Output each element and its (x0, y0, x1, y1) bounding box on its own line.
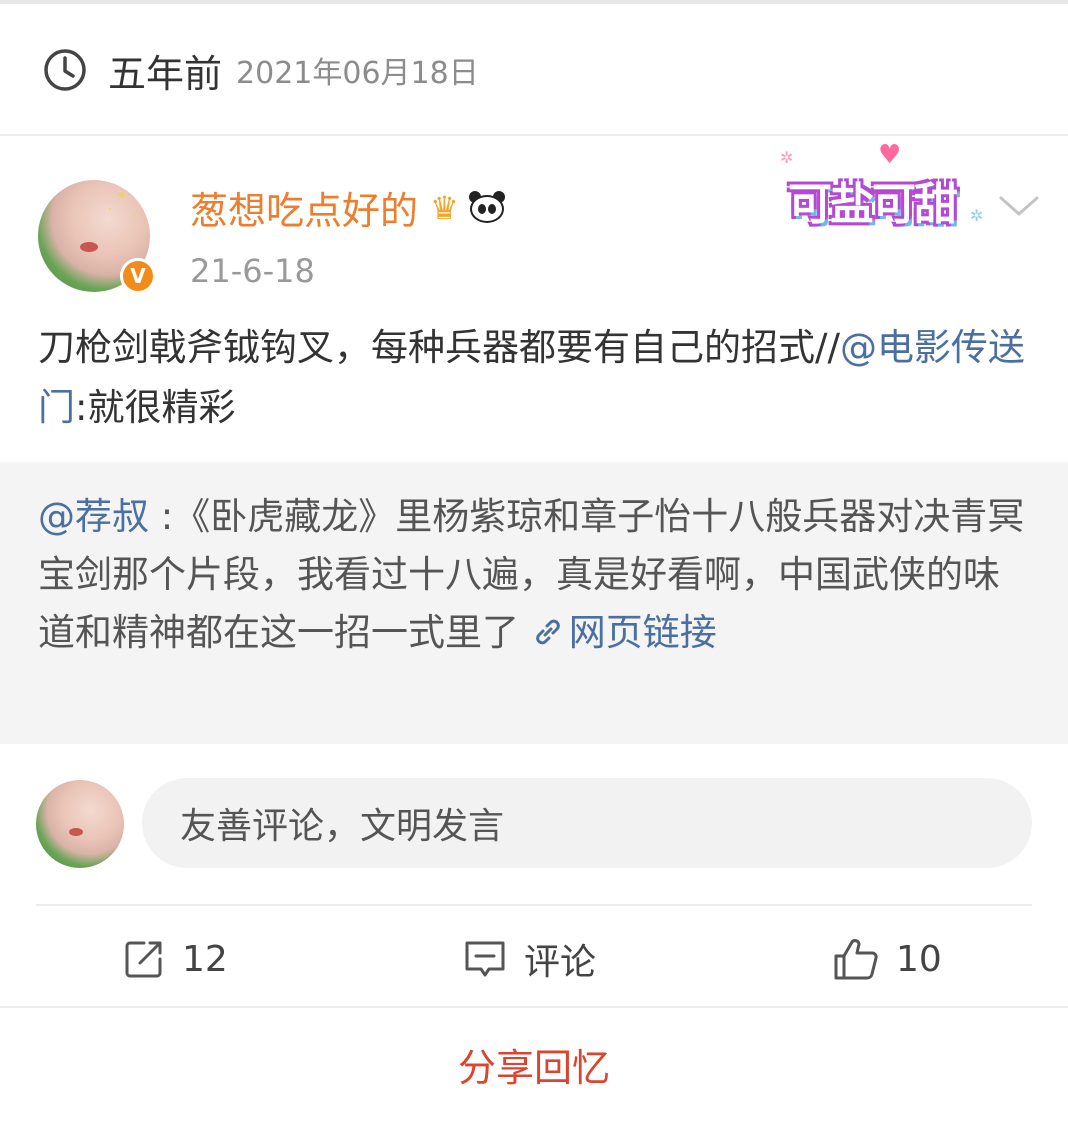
web-link-label: 网页链接 (568, 611, 717, 654)
link-icon (535, 619, 560, 645)
panda-icon (467, 190, 507, 225)
action-bar: 12 评论 10 (0, 912, 1068, 1006)
heart-icon: ♥ (878, 140, 902, 170)
comment-row: 友善评论，文明发言 (36, 778, 1032, 868)
post-text-suffix: :就很精彩 (75, 386, 236, 429)
post-time: 21-6-18 (190, 252, 315, 290)
author-name-row[interactable]: 葱想吃点好的 ♛ (190, 180, 507, 235)
share-memory-button[interactable]: 分享回忆 (0, 1008, 1068, 1121)
like-count: 10 (896, 938, 942, 980)
actions-divider (36, 904, 1032, 906)
header-divider (0, 134, 1068, 136)
comment-input[interactable]: 友善评论，文明发言 (142, 778, 1032, 868)
sparkle-icon: ✲ (780, 148, 794, 167)
sticker-text: 可盐可甜 (788, 179, 958, 230)
comment-label: 评论 (524, 942, 597, 983)
chevron-down-icon[interactable] (998, 190, 1040, 220)
like-button[interactable]: 10 (832, 912, 942, 1006)
repost-separator: : (149, 495, 174, 538)
thumbs-up-icon (834, 939, 878, 980)
my-avatar (36, 780, 124, 868)
memory-date: 2021年06月18日 (236, 56, 479, 91)
repost-author-link[interactable]: @荐叔 (38, 495, 149, 538)
author-name[interactable]: 葱想吃点好的 (190, 180, 418, 235)
crown-icon: ♛ (430, 188, 459, 227)
card-sticker: ♥ ✲ ✲ 可盐可甜 (778, 140, 988, 232)
sparkle-icon: ✲ (970, 206, 984, 225)
post-text: 刀枪剑戟斧钺钩叉，每种兵器都要有自己的招式//@电影传送门:就很精彩 (38, 318, 1038, 438)
verified-badge: V (120, 258, 156, 294)
author-avatar[interactable]: ✦ · · V (38, 180, 156, 296)
post-text-prefix: 刀枪剑戟斧钺钩叉，每种兵器都要有自己的招式// (38, 326, 840, 369)
web-link[interactable]: 网页链接 (531, 611, 717, 654)
relative-time: 五年前 (108, 51, 223, 96)
memory-header: 五年前 2021年06月18日 (0, 4, 1068, 136)
share-icon (125, 941, 162, 978)
comment-icon (465, 941, 505, 977)
reposted-card[interactable]: @荐叔 :《卧虎藏龙》里杨紫琼和章子怡十八般兵器对决青冥宝剑那个片段，我看过十八… (0, 462, 1068, 744)
share-count: 12 (182, 938, 228, 980)
comment-button[interactable]: 评论 (462, 912, 596, 1006)
repost-text: @荐叔 :《卧虎藏龙》里杨紫琼和章子怡十八般兵器对决青冥宝剑那个片段，我看过十八… (38, 488, 1030, 662)
clock-icon (44, 49, 86, 91)
share-button[interactable]: 12 (122, 912, 228, 1006)
